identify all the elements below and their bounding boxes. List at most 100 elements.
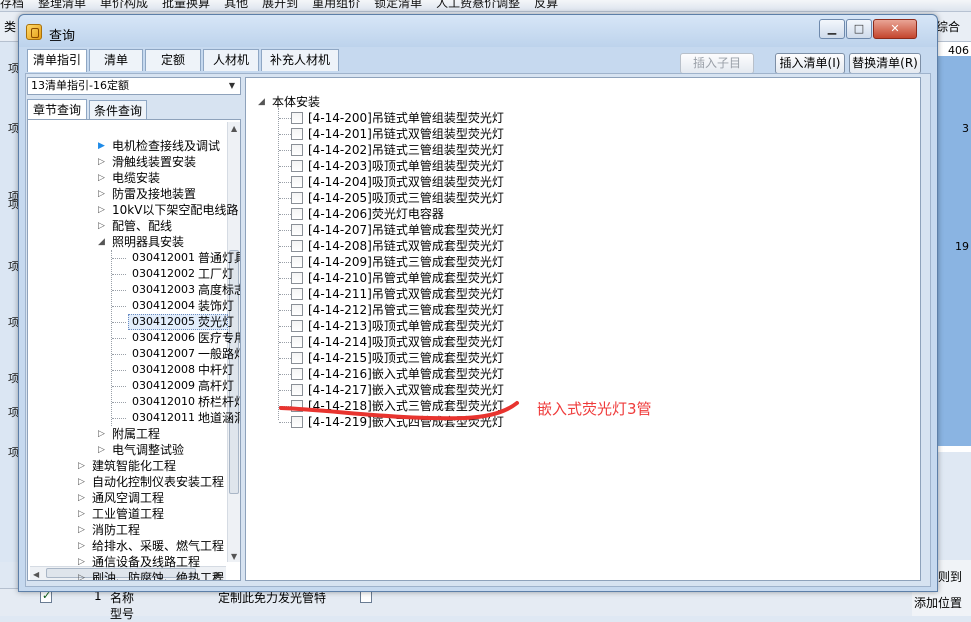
tree-branch-item[interactable]: ▷ 附属工程 <box>28 426 226 442</box>
tree-leaf-item[interactable]: 030412010桥栏杆灯 <box>28 394 240 410</box>
quota-item-checkbox[interactable] <box>291 224 303 236</box>
expand-arrow-icon[interactable]: ▷ <box>78 522 85 538</box>
insert-list-button[interactable]: 插入清单(I) <box>775 53 845 74</box>
quota-item-row[interactable]: [4-14-205]吸顶式三管组装型荧光灯 <box>246 190 906 206</box>
tree-leaf-item[interactable]: 030412002 工厂灯 <box>28 266 234 282</box>
expand-arrow-icon[interactable]: ▷ <box>98 186 105 202</box>
tree-branch-item[interactable]: ▷ 10kV以下架空配电线路 <box>28 202 238 218</box>
tree-branch-item[interactable]: ▷ 配管、配线 <box>28 218 226 234</box>
toolbar-item[interactable]: 其他 <box>224 0 248 9</box>
expand-arrow-icon[interactable]: ▷ <box>78 474 85 490</box>
toolbar-item[interactable]: 重用组价 <box>312 0 360 9</box>
collapse-arrow-icon[interactable]: ◢ <box>98 234 105 250</box>
guide-selector-dropdown[interactable]: 13清单指引-16定额 ▼ <box>27 77 241 95</box>
expand-arrow-icon[interactable]: ▷ <box>78 554 85 570</box>
insert-child-button[interactable]: 插入子目 <box>680 53 754 74</box>
tree-leaf-item[interactable]: 030412011地道涵洞 <box>28 410 240 426</box>
tree-leaf-item[interactable]: 030412008 中杆灯 <box>28 362 234 378</box>
quota-item-row[interactable]: [4-14-212]吊管式三管成套型荧光灯 <box>246 302 906 318</box>
tree-leaf-item[interactable]: 030412009 高杆灯 <box>28 378 234 394</box>
tree-branch-item[interactable]: ▷ 自动化控制仪表安装工程 <box>28 474 226 490</box>
tree-branch-item[interactable]: ▷ 防雷及接地装置 <box>28 186 226 202</box>
dialog-titlebar[interactable]: 查询 ▁ □ ✕ <box>19 15 937 47</box>
tab-quota[interactable]: 定额 <box>145 49 201 71</box>
tree-branch-item[interactable]: ▷ 滑触线装置安装 <box>28 154 226 170</box>
tree-branch-item[interactable]: ▷ 建筑智能化工程 <box>28 458 226 474</box>
quota-item-checkbox[interactable] <box>291 368 303 380</box>
tab-list-guide[interactable]: 清单指引 <box>27 49 87 72</box>
toolbar-item[interactable]: 人工费悬价调整 <box>436 0 520 9</box>
tab-supplementary-lmm[interactable]: 补充人材机 <box>261 49 339 71</box>
quota-item-checkbox[interactable] <box>291 176 303 188</box>
tree-branch-item[interactable]: ▷ 电气调整试验 <box>28 442 226 458</box>
quota-item-checkbox[interactable] <box>291 304 303 316</box>
toolbar-item[interactable]: 批量换算 <box>162 0 210 9</box>
tree-leaf-item[interactable]: 030412005 荧光灯 <box>28 314 234 330</box>
quota-item-row[interactable]: [4-14-215]吸顶式三管成套型荧光灯 <box>246 350 906 366</box>
toolbar-item[interactable]: 锁定清单 <box>374 0 422 9</box>
tab-labor-material-machine[interactable]: 人材机 <box>203 49 259 71</box>
quota-item-checkbox[interactable] <box>291 128 303 140</box>
expand-arrow-icon[interactable]: ▷ <box>98 170 105 186</box>
tree-leaf-item[interactable]: 030412006医疗专用 <box>28 330 240 346</box>
quota-item-checkbox[interactable] <box>291 240 303 252</box>
expand-arrow-icon[interactable]: ▷ <box>78 458 85 474</box>
quota-item-checkbox[interactable] <box>291 160 303 172</box>
expand-arrow-icon[interactable]: ▷ <box>78 570 85 580</box>
quota-item-checkbox[interactable] <box>291 288 303 300</box>
toolbar-item[interactable]: 反算 <box>534 0 558 9</box>
tree-branch-item[interactable]: ▶ 电机检查接线及调试 <box>28 138 226 154</box>
quota-item-checkbox[interactable] <box>291 256 303 268</box>
quota-item-checkbox[interactable] <box>291 208 303 220</box>
tree-branch-item[interactable]: ▷ 给排水、采暖、燃气工程 <box>28 538 226 554</box>
tab-list[interactable]: 清单 <box>89 49 143 71</box>
expand-arrow-icon[interactable]: ▷ <box>78 490 85 506</box>
expand-arrow-icon[interactable]: ▷ <box>98 154 105 170</box>
quota-item-checkbox[interactable] <box>291 336 303 348</box>
quota-item-row[interactable]: [4-14-214]吸顶式双管成套型荧光灯 <box>246 334 906 350</box>
toolbar-item[interactable]: 展开到 <box>262 0 298 9</box>
tree-leaf-item[interactable]: 030412001普通灯具 <box>28 250 240 266</box>
quota-item-checkbox[interactable] <box>291 320 303 332</box>
expand-arrow-icon[interactable]: ▷ <box>98 202 105 218</box>
quota-item-row[interactable]: [4-14-210]吊管式单管成套型荧光灯 <box>246 270 906 286</box>
tree-leaf-item[interactable]: 030412004 装饰灯 <box>28 298 234 314</box>
row-checkbox[interactable] <box>40 589 52 603</box>
quota-item-row[interactable]: [4-14-213]吸顶式单管成套型荧光灯 <box>246 318 906 334</box>
quota-item-row[interactable]: [4-14-201]吊链式双管组装型荧光灯 <box>246 126 906 142</box>
replace-list-button[interactable]: 替换清单(R) <box>849 53 921 74</box>
quota-item-row[interactable]: [4-14-200]吊链式单管组装型荧光灯 <box>246 110 906 126</box>
expand-arrow-icon[interactable]: ▶ <box>98 138 105 154</box>
toolbar-item[interactable]: 整理清单 <box>38 0 86 9</box>
tree-branch-item[interactable]: ▷ 电缆安装 <box>28 170 226 186</box>
expand-arrow-icon[interactable]: ▷ <box>78 506 85 522</box>
maximize-button[interactable]: □ <box>846 19 872 39</box>
quota-item-row[interactable]: [4-14-207]吊链式单管成套型荧光灯 <box>246 222 906 238</box>
toolbar-item[interactable]: 单价构成 <box>100 0 148 9</box>
quota-item-checkbox[interactable] <box>291 352 303 364</box>
quota-item-row[interactable]: [4-14-216]嵌入式单管成套型荧光灯 <box>246 366 906 382</box>
quota-item-row[interactable]: [4-14-202]吊链式三管组装型荧光灯 <box>246 142 906 158</box>
quota-item-checkbox[interactable] <box>291 144 303 156</box>
quota-item-row[interactable]: [4-14-203]吸顶式单管组装型荧光灯 <box>246 158 906 174</box>
row-checkbox[interactable] <box>360 591 372 603</box>
subtab-condition-query[interactable]: 条件查询 <box>89 100 147 119</box>
tree-branch-item[interactable]: ▷ 通信设备及线路工程 <box>28 554 226 570</box>
quota-item-checkbox[interactable] <box>291 272 303 284</box>
scroll-down-arrow-icon[interactable]: ▼ <box>231 552 237 561</box>
tree-branch-item[interactable]: ▷ 通风空调工程 <box>28 490 226 506</box>
toolbar-item[interactable]: 存档 <box>0 0 24 9</box>
collapse-arrow-icon[interactable]: ◢ <box>258 94 265 110</box>
tree-leaf-item[interactable]: 030412007一般路灯 <box>28 346 240 362</box>
expand-arrow-icon[interactable]: ▷ <box>98 442 105 458</box>
subtab-chapter-query[interactable]: 章节查询 <box>27 99 87 119</box>
expand-arrow-icon[interactable]: ▷ <box>98 426 105 442</box>
minimize-button[interactable]: ▁ <box>819 19 845 39</box>
tree-branch-item[interactable]: ◢ 照明器具安装 <box>28 234 226 250</box>
quota-item-checkbox[interactable] <box>291 112 303 124</box>
quota-item-checkbox[interactable] <box>291 192 303 204</box>
quota-item-row[interactable]: [4-14-211]吊管式双管成套型荧光灯 <box>246 286 906 302</box>
quota-item-row[interactable]: [4-14-208]吊链式双管成套型荧光灯 <box>246 238 906 254</box>
tree-leaf-item[interactable]: 030412003高度标志 <box>28 282 240 298</box>
scroll-up-arrow-icon[interactable]: ▲ <box>231 124 237 133</box>
